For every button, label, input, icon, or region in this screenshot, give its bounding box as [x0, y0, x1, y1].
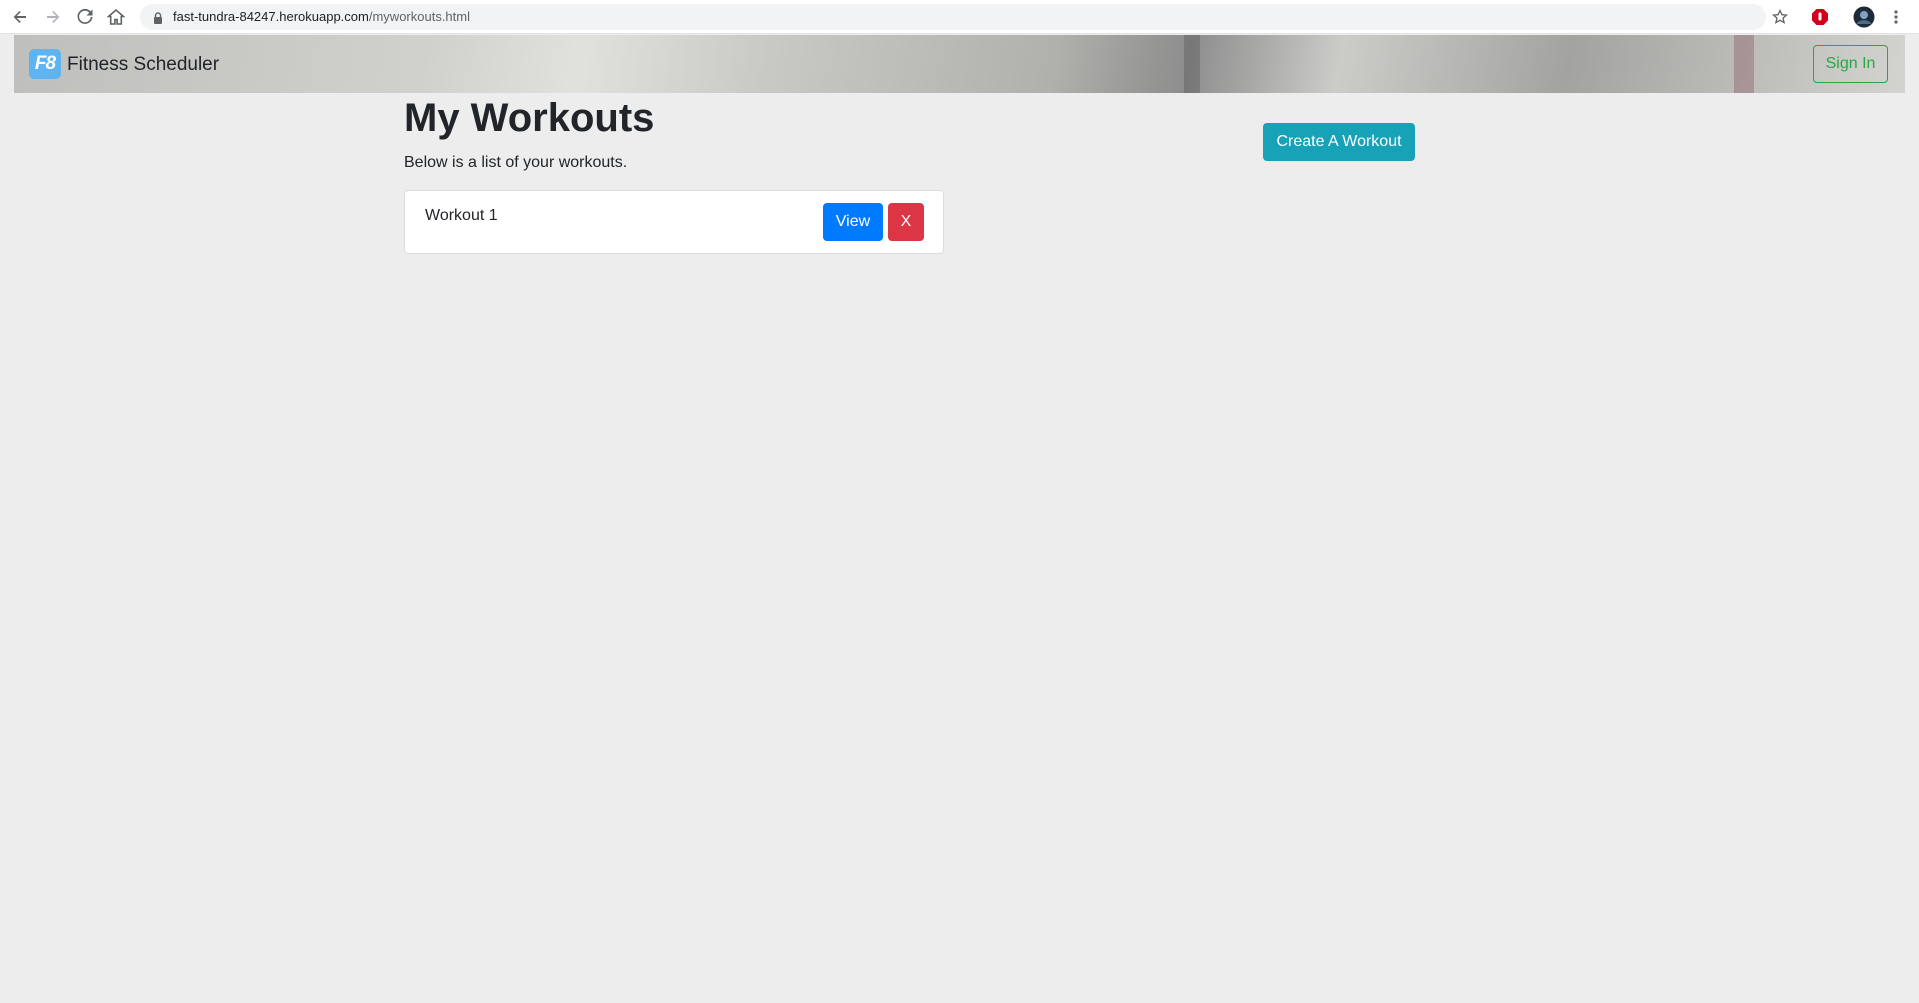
workout-name: Workout 1 [425, 207, 498, 224]
menu-kebab-icon[interactable] [1884, 5, 1908, 29]
sign-in-button[interactable]: Sign In [1813, 45, 1888, 83]
url-path: /myworkouts.html [368, 9, 470, 24]
create-workout-button[interactable]: Create A Workout [1263, 123, 1415, 161]
bookmark-star-icon[interactable] [1768, 5, 1792, 29]
profile-avatar-icon[interactable] [1852, 5, 1876, 29]
navbar-background-stripe [1184, 35, 1200, 93]
page-subtitle: Below is a list of your workouts. [404, 154, 628, 171]
navbar-background-stripe [1734, 35, 1754, 93]
url-host: fast-tundra-84247.herokuapp.com [173, 9, 369, 24]
back-arrow-icon[interactable] [8, 5, 32, 29]
brand-name[interactable]: Fitness Scheduler [67, 54, 219, 76]
adblock-extension-icon[interactable] [1808, 5, 1832, 29]
brand-logo[interactable]: F8 [29, 49, 61, 79]
reload-icon[interactable] [73, 5, 97, 29]
page-title: My Workouts [404, 96, 655, 140]
url-text[interactable]: fast-tundra-84247.herokuapp.com/myworkou… [173, 9, 470, 24]
view-workout-button[interactable]: View [823, 203, 883, 241]
workout-list-item: Workout 1 View X [404, 190, 944, 254]
browser-toolbar: fast-tundra-84247.herokuapp.com/myworkou… [0, 0, 1919, 34]
navbar: F8 Fitness Scheduler Sign In [14, 35, 1905, 93]
delete-workout-button[interactable]: X [888, 203, 924, 241]
home-icon[interactable] [104, 5, 128, 29]
forward-arrow-icon[interactable] [41, 5, 65, 29]
lock-icon [152, 11, 164, 24]
